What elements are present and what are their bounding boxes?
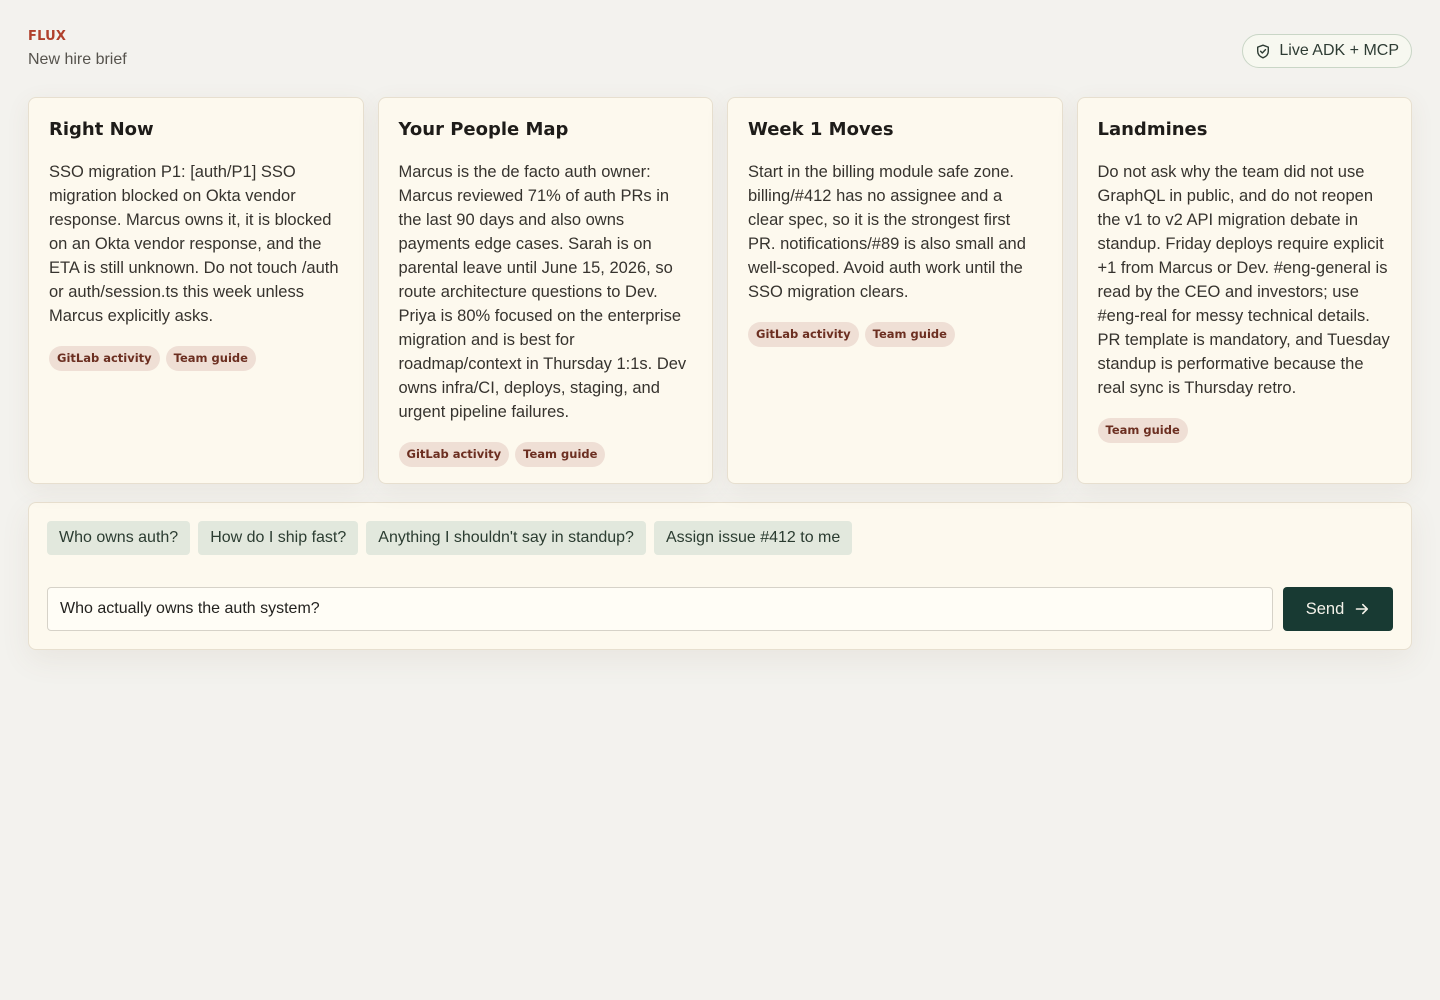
brand: FLUX New hire brief bbox=[28, 28, 127, 69]
send-button[interactable]: Send bbox=[1283, 587, 1393, 631]
suggestion-chip-assign-issue[interactable]: Assign issue #412 to me bbox=[653, 521, 853, 555]
card-right-now: Right Now SSO migration P1: [auth/P1] SS… bbox=[28, 97, 364, 484]
card-week-1-moves: Week 1 Moves Start in the billing module… bbox=[727, 97, 1063, 484]
source-tag-gitlab: GitLab activity bbox=[49, 346, 160, 371]
shield-check-icon bbox=[1255, 43, 1271, 59]
live-status-badge: Live ADK + MCP bbox=[1242, 34, 1412, 68]
suggestion-chip-who-owns-auth[interactable]: Who owns auth? bbox=[47, 521, 191, 555]
arrow-right-icon bbox=[1354, 601, 1370, 617]
page-subtitle: New hire brief bbox=[28, 51, 127, 68]
suggestion-chip-ship-fast[interactable]: How do I ship fast? bbox=[198, 521, 359, 555]
card-body: SSO migration P1: [auth/P1] SSO migratio… bbox=[49, 163, 339, 325]
live-badge-label: Live ADK + MCP bbox=[1279, 42, 1399, 59]
card-body: Do not ask why the team did not use Grap… bbox=[1097, 163, 1390, 397]
card-title: Week 1 Moves bbox=[748, 119, 894, 140]
send-button-label: Send bbox=[1305, 599, 1345, 618]
source-tags: Team guide bbox=[1097, 418, 1392, 443]
card-landmines: Landmines Do not ask why the team did no… bbox=[1076, 97, 1412, 484]
new-hire-brief-page: FLUX New hire brief Live ADK + MCP Right… bbox=[0, 0, 1440, 1000]
source-tags: GitLab activity Team guide bbox=[748, 322, 1042, 347]
card-body: Start in the billing module safe zone. b… bbox=[748, 163, 1026, 301]
brand-logo: FLUX bbox=[28, 29, 67, 44]
chat-composer: Who owns auth? How do I ship fast? Anyth… bbox=[28, 502, 1412, 650]
card-title: Your People Map bbox=[398, 119, 569, 140]
suggestion-chips: Who owns auth? How do I ship fast? Anyth… bbox=[47, 521, 1393, 555]
source-tag-team-guide: Team guide bbox=[1097, 418, 1188, 443]
brief-cards: Right Now SSO migration P1: [auth/P1] SS… bbox=[28, 97, 1412, 484]
suggestion-chip-standup[interactable]: Anything I shouldn't say in standup? bbox=[366, 521, 646, 555]
message-input[interactable] bbox=[47, 587, 1273, 631]
source-tag-team-guide: Team guide bbox=[515, 442, 606, 467]
source-tags: GitLab activity Team guide bbox=[398, 442, 693, 467]
source-tags: GitLab activity Team guide bbox=[49, 346, 343, 371]
card-people-map: Your People Map Marcus is the de facto a… bbox=[377, 97, 713, 484]
source-tag-team-guide: Team guide bbox=[165, 346, 256, 371]
card-title: Landmines bbox=[1097, 119, 1208, 140]
message-input-row: Send bbox=[47, 587, 1393, 631]
card-body: Marcus is the de facto auth owner: Marcu… bbox=[398, 163, 687, 421]
source-tag-gitlab: GitLab activity bbox=[398, 442, 510, 467]
card-title: Right Now bbox=[49, 119, 154, 140]
source-tag-team-guide: Team guide bbox=[864, 322, 955, 347]
source-tag-gitlab: GitLab activity bbox=[748, 322, 859, 347]
app-header: FLUX New hire brief Live ADK + MCP bbox=[28, 28, 1412, 98]
